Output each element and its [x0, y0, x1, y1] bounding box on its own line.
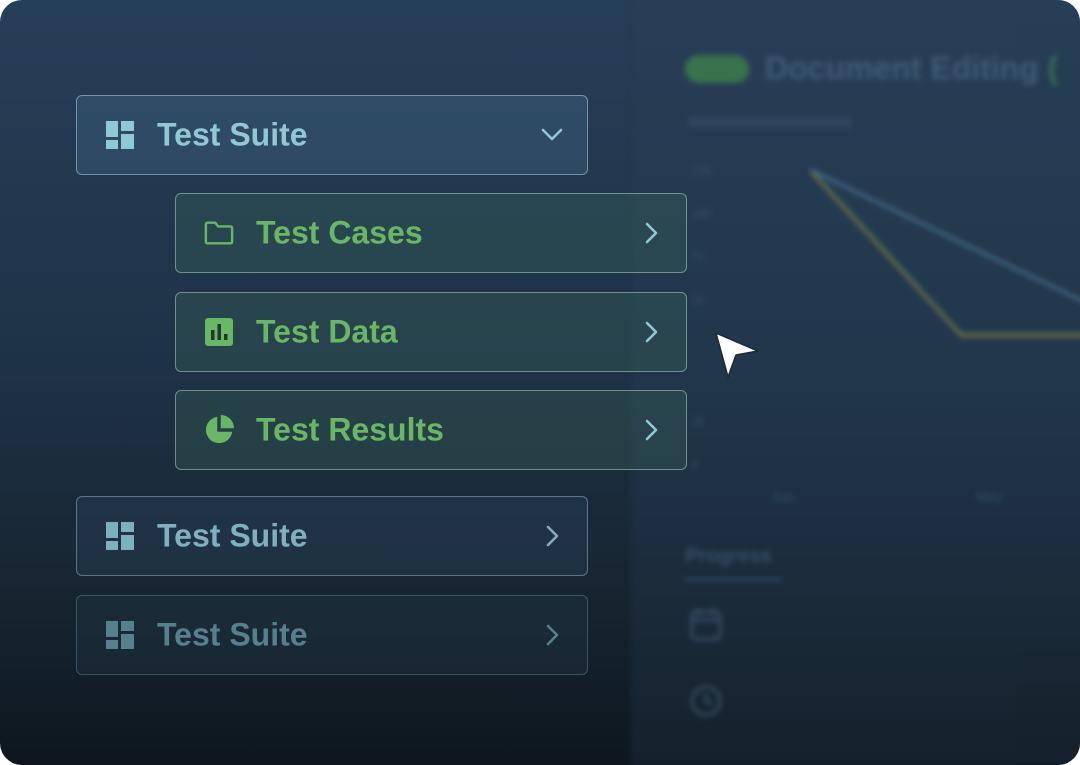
submenu-item-test-data[interactable]: Test Data — [175, 292, 687, 372]
folder-icon — [204, 218, 234, 248]
progress-heading: Progress — [685, 545, 772, 567]
dashboard-icon — [105, 620, 135, 650]
submenu-item-test-results[interactable]: Test Results — [175, 390, 687, 470]
series-line-blue — [810, 168, 1080, 302]
pie-chart-icon — [204, 415, 234, 445]
clock-icon — [690, 685, 722, 717]
chevron-right-icon[interactable] — [541, 525, 563, 547]
menu-item-label: Test Suite — [157, 116, 308, 153]
background-subtitle-placeholder — [687, 116, 852, 128]
menu-item-label: Test Suite — [157, 616, 308, 653]
y-tick: 100 — [691, 207, 712, 221]
y-tick: 0 — [691, 458, 698, 472]
menu-item-test-suite-expanded[interactable]: Test Suite — [76, 95, 588, 175]
background-title: Document Editing ( — [765, 50, 1059, 86]
menu-item-test-suite-collapsed[interactable]: Test Suite — [76, 496, 588, 576]
submenu-item-label: Test Data — [256, 313, 398, 350]
chevron-right-icon[interactable] — [640, 222, 662, 244]
chevron-right-icon[interactable] — [640, 321, 662, 343]
series-line-green — [810, 168, 1080, 334]
y-tick: 75 — [691, 250, 705, 264]
dashboard-icon — [105, 521, 135, 551]
app-frame: Document Editing ( 125 100 75 50 25 0 Ju… — [0, 0, 1080, 765]
y-tick: 125 — [691, 164, 712, 178]
status-pill — [685, 55, 749, 83]
chevron-down-icon[interactable] — [541, 124, 563, 146]
background-line-chart — [809, 168, 1080, 338]
menu-item-test-suite-faded[interactable]: Test Suite — [76, 595, 588, 675]
bar-chart-icon — [204, 317, 234, 347]
menu-item-label: Test Suite — [157, 517, 308, 554]
x-tick: May — [976, 488, 1003, 504]
dashboard-icon — [105, 120, 135, 150]
chevron-right-icon[interactable] — [640, 419, 662, 441]
background-app-panel: Document Editing ( 125 100 75 50 25 0 Ju… — [630, 0, 1080, 765]
submenu-item-label: Test Results — [256, 411, 444, 448]
progress-underline — [685, 578, 781, 581]
chevron-right-icon[interactable] — [541, 624, 563, 646]
y-tick: 50 — [691, 293, 705, 307]
y-tick: 25 — [691, 415, 705, 429]
submenu-item-test-cases[interactable]: Test Cases — [175, 193, 687, 273]
x-tick: Jun — [771, 488, 794, 504]
calendar-icon — [690, 608, 722, 641]
series-line-orange — [809, 170, 1080, 338]
cursor-icon — [715, 332, 759, 378]
submenu-item-label: Test Cases — [256, 214, 423, 251]
